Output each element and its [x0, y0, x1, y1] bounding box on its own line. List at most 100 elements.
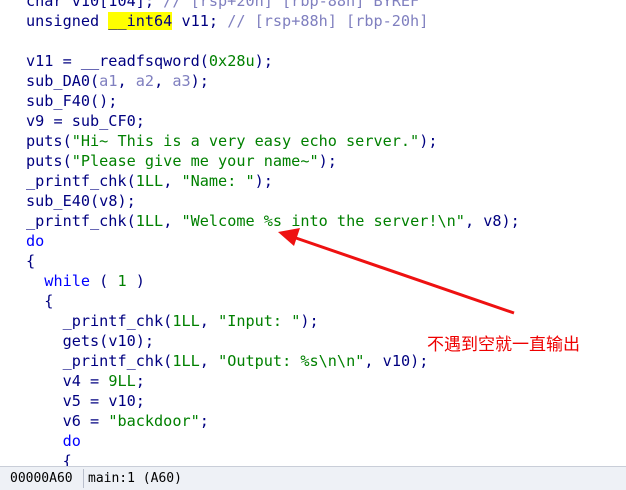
code-line[interactable]: unsigned __int64 v11; // [rsp+88h] [rbp-…	[26, 11, 428, 31]
code-token: =	[80, 372, 109, 390]
code-token: (	[199, 52, 209, 70]
annotation-label: 不遇到空就一直输出	[427, 335, 580, 355]
code-token: v8	[99, 192, 118, 210]
code-token: 1LL	[135, 172, 164, 190]
code-line[interactable]: _printf_chk(1LL, "Name: ");	[26, 171, 273, 191]
code-token: "backdoor"	[108, 412, 200, 430]
code-token: =	[80, 412, 109, 430]
code-token: {	[26, 452, 72, 466]
status-address: 00000A60	[6, 469, 84, 488]
code-token: a2	[135, 72, 155, 90]
code-line[interactable]: {	[26, 291, 53, 311]
code-token: (	[62, 152, 72, 170]
code-token: v10[104];	[62, 0, 164, 10]
code-line[interactable]: puts("Please give me your name~");	[26, 151, 337, 171]
code-token: (	[126, 212, 136, 230]
code-token: sub_E40	[26, 192, 91, 210]
code-token: );	[501, 212, 520, 230]
pseudocode-view[interactable]: char v10[104]; // [rsp+20h] [rbp-88h] BY…	[0, 0, 626, 466]
code-token: );	[410, 352, 429, 370]
code-token: ();	[90, 92, 118, 110]
code-token: v5	[62, 392, 81, 410]
code-token: ,	[163, 172, 182, 190]
code-token: );	[254, 172, 273, 190]
code-token: );	[117, 192, 136, 210]
code-token: ,	[364, 352, 383, 370]
code-token: );	[300, 312, 319, 330]
code-token: ,	[199, 312, 219, 330]
code-token: _printf_chk	[62, 352, 164, 370]
code-line[interactable]: v11 = __readfsqword(0x28u);	[26, 51, 273, 71]
code-token: (	[99, 332, 109, 350]
code-token: _printf_chk	[62, 312, 164, 330]
code-line[interactable]: puts("Hi~ This is a very easy echo serve…	[26, 131, 438, 151]
code-token: );	[318, 152, 337, 170]
code-token: (	[90, 72, 100, 90]
code-token: sub_CF0	[71, 112, 136, 130]
code-token: "Hi~ This is a very easy echo server."	[71, 132, 420, 150]
status-bar: 00000A60 main:1 (A60)	[0, 466, 626, 490]
code-line[interactable]: {	[26, 451, 72, 466]
code-token: v9	[26, 112, 45, 130]
code-token: "Please give me your name~"	[71, 152, 319, 170]
code-token: =	[80, 392, 109, 410]
code-token: 1LL	[172, 312, 200, 330]
code-token: unsigned	[26, 12, 109, 30]
code-token: {	[26, 252, 36, 270]
code-line[interactable]: sub_E40(v8);	[26, 191, 136, 211]
code-token: a3	[172, 72, 191, 90]
code-token: do	[26, 232, 45, 250]
code-token: =	[53, 52, 81, 70]
code-token: ;	[135, 372, 145, 390]
code-token: 1LL	[172, 352, 200, 370]
code-token: 0x28u	[208, 52, 255, 70]
code-token: // [rsp+88h] [rbp-20h]	[227, 12, 429, 30]
code-line[interactable]: do	[26, 231, 44, 251]
code-line[interactable]: gets(v10);	[26, 331, 154, 351]
code-line[interactable]: sub_DA0(a1, a2, a3);	[26, 71, 209, 91]
code-token: (	[62, 132, 72, 150]
code-token: v8	[483, 212, 502, 230]
code-token: 9LL	[108, 372, 136, 390]
code-token: );	[419, 132, 438, 150]
code-token: (	[90, 192, 100, 210]
code-token: );	[135, 332, 155, 350]
code-token: (	[163, 312, 173, 330]
code-token: ,	[117, 72, 136, 90]
code-line[interactable]: sub_F40();	[26, 91, 117, 111]
code-token: ;	[135, 392, 145, 410]
code-line[interactable]: _printf_chk(1LL, "Output: %s\n\n", v10);	[26, 351, 429, 371]
code-line[interactable]: do	[26, 431, 81, 451]
code-line[interactable]: char v10[104]; // [rsp+20h] [rbp-88h] BY…	[26, 0, 419, 11]
code-token: 1LL	[135, 212, 164, 230]
code-line[interactable]: _printf_chk(1LL, "Input: ");	[26, 311, 319, 331]
code-token: (	[90, 272, 118, 290]
code-token: );	[190, 72, 209, 90]
code-line[interactable]: v4 = 9LL;	[26, 371, 145, 391]
code-token: ,	[464, 212, 484, 230]
code-token: while	[44, 272, 91, 290]
code-token: do	[62, 432, 81, 450]
code-token: _printf_chk	[26, 212, 127, 230]
code-token: __readfsqword	[80, 52, 200, 70]
code-token: puts	[26, 152, 63, 170]
code-line[interactable]: {	[26, 251, 35, 271]
code-token: ,	[199, 352, 219, 370]
code-token: _printf_chk	[26, 172, 127, 190]
code-line[interactable]: v6 = "backdoor";	[26, 411, 209, 431]
code-line[interactable]: v5 = v10;	[26, 391, 145, 411]
code-token: ;	[199, 412, 209, 430]
code-line[interactable]: while ( 1 )	[26, 271, 145, 291]
code-token: ,	[163, 212, 182, 230]
code-line[interactable]: _printf_chk(1LL, "Welcome %s into the se…	[26, 211, 520, 231]
code-token: // [rsp+20h] [rbp-88h] BYREF	[163, 0, 420, 10]
code-token: (	[163, 352, 173, 370]
code-token: 1	[117, 272, 127, 290]
code-token: ,	[154, 72, 173, 90]
code-line[interactable]: v9 = sub_CF0;	[26, 111, 145, 131]
code-token: v4	[62, 372, 81, 390]
